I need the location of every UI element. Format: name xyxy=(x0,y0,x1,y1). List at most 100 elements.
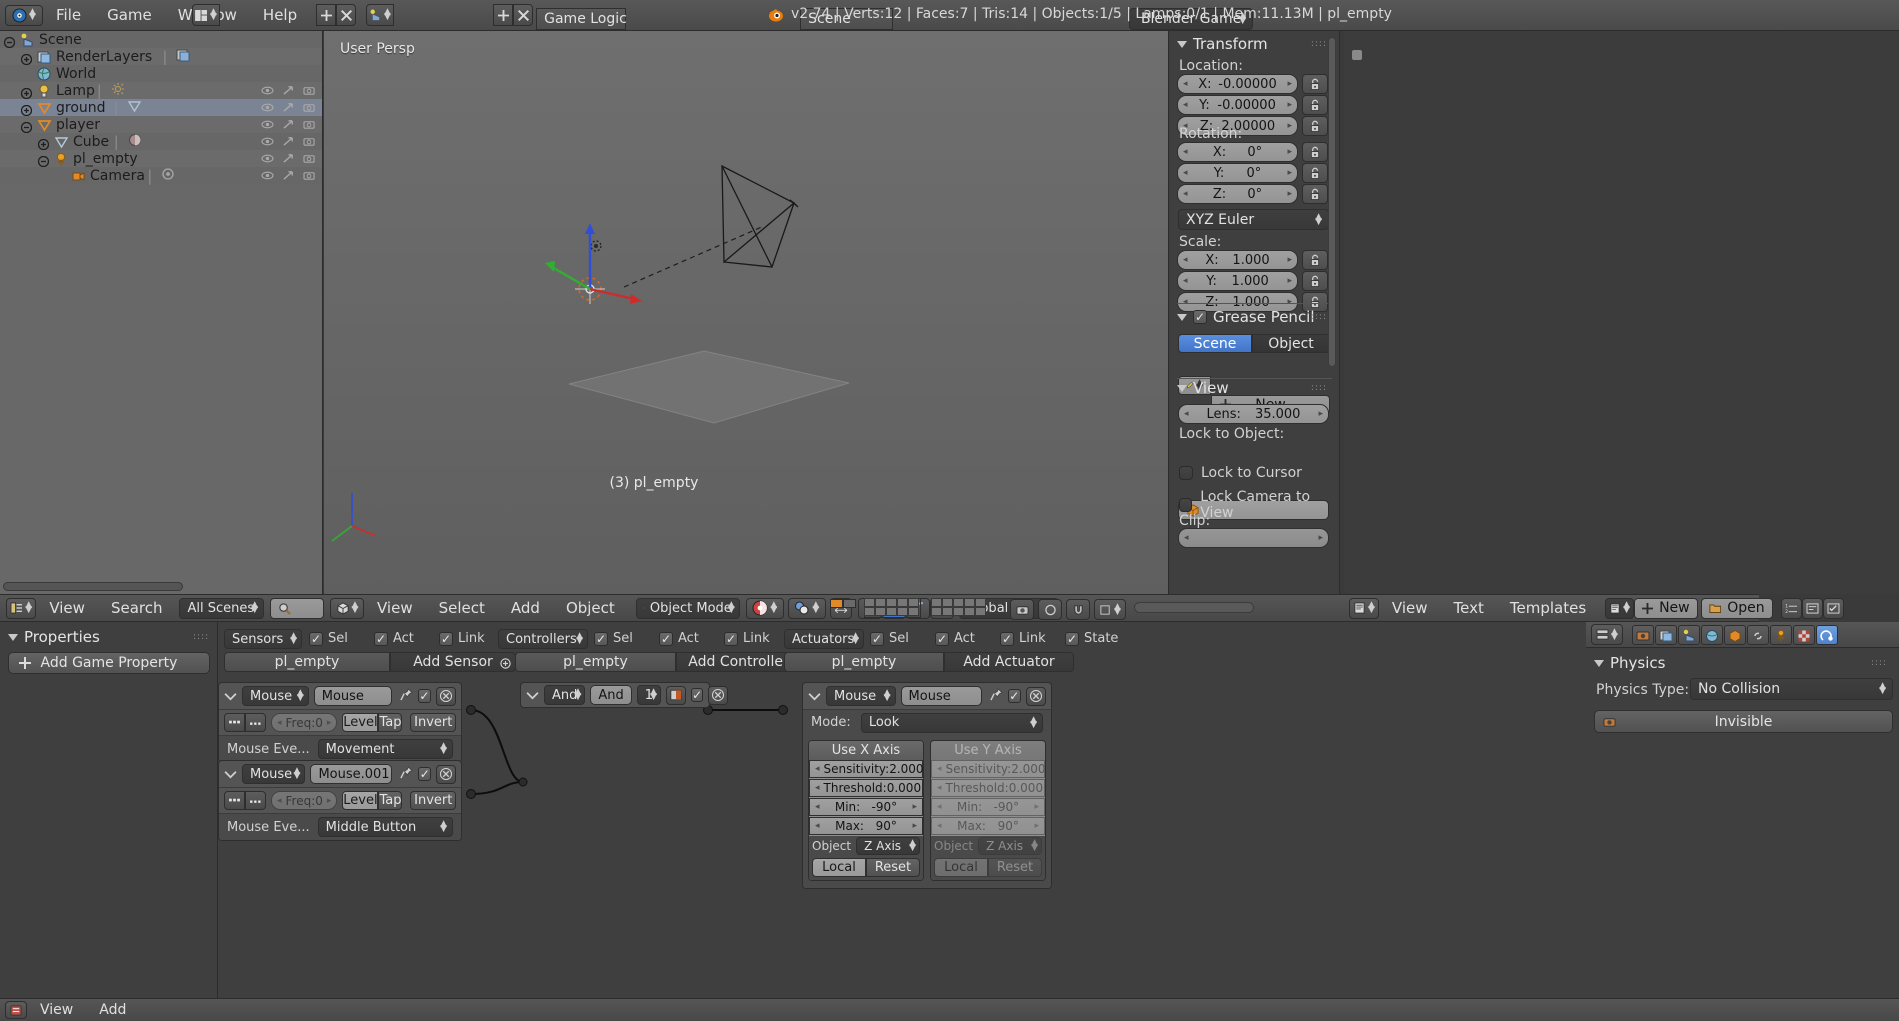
controllers-column-selector[interactable]: Controllers ▲ ▼ xyxy=(498,629,588,649)
add-screen-button[interactable] xyxy=(316,4,336,26)
filter-checkbox[interactable] xyxy=(439,631,453,646)
controllers-object-name[interactable]: pl_empty xyxy=(515,652,676,672)
filter-checkbox[interactable] xyxy=(724,631,738,646)
gp-tab-scene[interactable]: Scene xyxy=(1178,334,1252,353)
sensor-property-selector[interactable]: Middle Button ▲ ▼ xyxy=(317,817,453,837)
outliner-menu-view[interactable]: View xyxy=(36,599,98,617)
restrict-render-icon[interactable] xyxy=(303,116,316,134)
lock-camera-to-view-checkbox[interactable] xyxy=(1179,498,1193,512)
scene-layers-widget[interactable] xyxy=(830,599,856,608)
filter-checkbox[interactable] xyxy=(1000,631,1014,646)
unlocked-padlock-icon[interactable] xyxy=(1302,142,1328,162)
sensor-block[interactable]: Mouse▲▼MouseFreq:0LevelTapInvertMouse Ev… xyxy=(218,682,462,763)
renderlayers-icon[interactable] xyxy=(176,48,191,66)
gp-tab-object[interactable]: Object xyxy=(1252,334,1330,353)
axis-enable-toggle[interactable]: Use Y Axis xyxy=(931,741,1045,760)
physics-type-selector[interactable]: No Collision ▲ ▼ xyxy=(1690,678,1893,700)
properties-tab-strip[interactable] xyxy=(1632,625,1838,645)
filter-checkbox[interactable] xyxy=(594,631,608,646)
filter-link[interactable]: Link xyxy=(439,631,485,646)
controller-expand-icon[interactable] xyxy=(526,686,539,704)
rot-rows-field-x[interactable]: X: 0° xyxy=(1177,142,1298,162)
filter-checkbox[interactable] xyxy=(870,631,884,646)
pulse-true-icon[interactable] xyxy=(224,713,245,732)
blender-logo-icon[interactable]: ▲ ▼ xyxy=(5,4,43,26)
restrict-select-icon[interactable] xyxy=(282,82,295,100)
restrict-render-icon[interactable] xyxy=(303,150,316,168)
pulse-true-icon[interactable] xyxy=(224,791,245,810)
sensors-column-selector[interactable]: Sensors ▲ ▼ xyxy=(224,629,302,649)
priority-icon[interactable] xyxy=(666,685,687,705)
view3d-editor-type-button[interactable]: ▲ ▼ xyxy=(330,597,364,619)
actuator-delete-button[interactable] xyxy=(1026,686,1046,706)
filter-sel[interactable]: Sel xyxy=(594,631,633,646)
properties-editor-type-button[interactable]: ▲ ▼ xyxy=(1591,624,1623,645)
text-menu-templates[interactable]: Templates xyxy=(1497,599,1599,617)
controller-block[interactable]: And ▲ ▼ And 1 ▲ ▼ xyxy=(520,682,729,708)
actuator-expand-icon[interactable] xyxy=(808,687,821,705)
logic-columns[interactable]: Sensors▲▼SelActLinkStatepl_emptyAdd Sens… xyxy=(218,629,1616,1020)
sensor-level-button[interactable]: Level xyxy=(342,791,379,810)
sensor-tap-button[interactable]: Tap xyxy=(378,713,403,732)
actuator-type-selector[interactable]: Mouse ▲ ▼ xyxy=(826,686,896,706)
sensor-name-input[interactable]: Mouse xyxy=(313,686,392,706)
sensor-invert-button[interactable]: Invert xyxy=(410,791,456,810)
grease-pencil-panel-header[interactable]: Grease Pencil xyxy=(1177,308,1315,326)
outliner-display-mode[interactable]: All Scenes ▲ ▼ xyxy=(179,597,265,619)
properties-tab-scene[interactable] xyxy=(1678,625,1700,645)
physics-panel-header[interactable]: Physics xyxy=(1594,654,1665,672)
properties-tab-render[interactable] xyxy=(1632,625,1654,645)
sensor-expand-icon[interactable] xyxy=(224,765,237,783)
unlocked-padlock-icon[interactable] xyxy=(1302,271,1328,291)
view3d-menu-view[interactable]: View xyxy=(364,599,426,617)
restrict-render-icon[interactable] xyxy=(303,82,316,100)
restrict-render-icon[interactable] xyxy=(303,99,316,117)
actuators-column-selector[interactable]: Actuators ▲ ▼ xyxy=(784,629,864,649)
unlocked-padlock-icon[interactable] xyxy=(1302,184,1328,204)
view3d-hscrollbar[interactable] xyxy=(1134,602,1254,613)
invisible-toggle[interactable]: Invisible xyxy=(1594,710,1893,733)
controller-type-selector[interactable]: And ▲ ▼ xyxy=(544,685,586,705)
viewport-shading-button[interactable]: ▲ ▼ xyxy=(745,597,784,619)
axis-local-button[interactable]: Local xyxy=(812,858,866,877)
scl-rows-field-x[interactable]: X: 1.000 xyxy=(1177,250,1298,270)
logic-footer-menu-add[interactable]: Add xyxy=(86,1002,139,1018)
menu-game[interactable]: Game xyxy=(94,6,165,24)
outliner-row-camera[interactable]: Camera | xyxy=(0,167,322,185)
sensors-object-name[interactable]: pl_empty xyxy=(224,652,390,672)
restrict-view-icon[interactable] xyxy=(261,99,274,117)
rot-rows-field-y[interactable]: Y: 0° xyxy=(1177,163,1298,183)
pulse-false-icon[interactable] xyxy=(245,791,266,810)
properties-tab-material[interactable] xyxy=(1793,625,1815,645)
texture-paint-button[interactable] xyxy=(1038,599,1062,620)
filter-link[interactable]: Link xyxy=(1000,631,1046,646)
outliner-row-ground[interactable]: ground | xyxy=(0,99,322,117)
line-numbers-button[interactable]: 12 xyxy=(1780,597,1802,619)
unlocked-padlock-icon[interactable] xyxy=(1302,74,1328,94)
pin-icon[interactable] xyxy=(400,687,413,705)
actuator-mode-selector[interactable]: Look ▲ ▼ xyxy=(860,712,1043,733)
restrict-select-icon[interactable] xyxy=(282,99,295,117)
text-menu-text[interactable]: Text xyxy=(1441,599,1497,617)
sensor-delete-button[interactable] xyxy=(436,686,456,706)
layer-grid-1[interactable] xyxy=(864,598,919,616)
add-sensor-button[interactable]: Add Sensor xyxy=(390,652,516,672)
scene-type-icon-button[interactable]: ▲ ▼ xyxy=(366,4,394,26)
view-panel-header[interactable]: View xyxy=(1177,379,1229,397)
text-new-button[interactable]: New xyxy=(1634,597,1698,619)
sensor-delete-button[interactable] xyxy=(436,764,456,784)
actuators-object-name[interactable]: pl_empty xyxy=(784,652,944,672)
view3d-menu-object[interactable]: Object xyxy=(553,599,628,617)
outliner-row-world[interactable]: World xyxy=(0,65,322,82)
word-wrap-button[interactable] xyxy=(1801,597,1823,619)
text-menu-view[interactable]: View xyxy=(1379,599,1441,617)
unlocked-padlock-icon[interactable] xyxy=(1302,163,1328,183)
panel-drag-grip[interactable]: :::: xyxy=(193,632,209,642)
restrict-view-icon[interactable] xyxy=(261,82,274,100)
controllers-expand-icon[interactable] xyxy=(500,655,511,673)
rotation-mode-selector[interactable]: XYZ Euler ▲ ▼ xyxy=(1178,209,1329,230)
render-border-button[interactable] xyxy=(1010,599,1034,620)
actuator-block[interactable]: Mouse▲▼MouseMode:Look▲▼Use X AxisSensiti… xyxy=(802,682,1052,889)
transform-panel-header[interactable]: Transform xyxy=(1177,35,1268,53)
filter-act[interactable]: Act xyxy=(935,631,975,646)
